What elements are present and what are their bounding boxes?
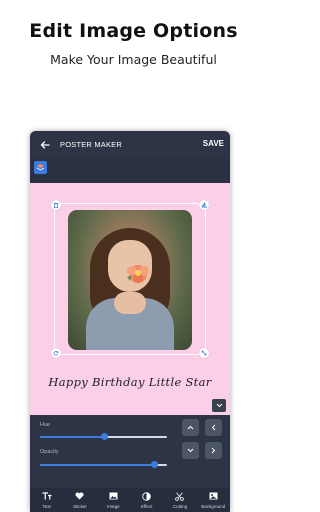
image-icon	[109, 492, 118, 500]
trash-icon	[53, 202, 59, 208]
promo-headline: Edit Image Options	[29, 20, 238, 42]
save-button[interactable]: SAVE	[203, 139, 224, 148]
back-button[interactable]	[35, 131, 55, 158]
opacity-thumb[interactable]	[151, 461, 159, 468]
caption-text[interactable]: Happy Birthday Little Star	[30, 375, 230, 389]
cut-icon	[175, 492, 185, 501]
layers-icon	[36, 164, 45, 171]
layers-button[interactable]	[34, 161, 47, 174]
delete-handle[interactable]	[51, 200, 61, 210]
hue-slider[interactable]	[40, 433, 167, 440]
hue-thumb[interactable]	[100, 433, 108, 440]
nav-sticker[interactable]: Sticker	[63, 488, 96, 512]
rotate-handle[interactable]	[51, 348, 61, 358]
back-arrow-icon	[40, 140, 50, 149]
adjust-panel: Hue Opacity	[30, 415, 230, 488]
heart-icon	[75, 492, 85, 500]
collapse-panel-button[interactable]	[212, 399, 226, 412]
nudge-right-button[interactable]	[205, 442, 222, 459]
nudge-down-button[interactable]	[182, 442, 199, 459]
resize-handle[interactable]	[199, 348, 209, 358]
opacity-fill	[40, 464, 155, 466]
chevron-right-icon	[211, 447, 216, 454]
flower-sticker[interactable]	[125, 263, 151, 285]
nav-cutting[interactable]: Cutting	[163, 488, 196, 512]
hue-fill	[40, 436, 104, 438]
nav-background[interactable]: Background	[197, 488, 230, 512]
editing-canvas[interactable]: Happy Birthday Little Star	[30, 183, 230, 415]
nav-label: Cutting	[172, 504, 188, 509]
opacity-label: Opacity	[40, 449, 59, 455]
phone-screen: POSTER MAKER SAVE Happy Birthday Little …	[30, 131, 230, 512]
nav-text[interactable]: Text	[30, 488, 63, 512]
chevron-left-icon	[211, 424, 216, 431]
flip-icon	[201, 202, 207, 208]
nudge-left-button[interactable]	[205, 419, 222, 436]
nav-label: Effect	[140, 504, 153, 509]
nav-label: Text	[42, 504, 51, 509]
nav-image[interactable]: Image	[97, 488, 130, 512]
nav-effect[interactable]: Effect	[130, 488, 163, 512]
layer-toolstrip	[30, 158, 230, 183]
nudge-up-button[interactable]	[182, 419, 199, 436]
resize-icon	[201, 350, 207, 356]
hue-label: Hue	[40, 422, 51, 428]
app-title: POSTER MAKER	[60, 140, 122, 149]
nav-label: Image	[107, 504, 120, 509]
nav-label: Background	[201, 504, 226, 509]
chevron-up-icon	[187, 425, 194, 430]
promo-subline: Make Your Image Beautiful	[50, 52, 217, 67]
flip-handle[interactable]	[199, 200, 209, 210]
chevron-down-icon	[187, 448, 194, 453]
text-icon	[42, 492, 52, 500]
nav-label: Sticker	[73, 504, 87, 509]
rotate-icon	[53, 350, 59, 356]
contrast-icon	[142, 491, 151, 501]
bottom-nav: Text Sticker Image Effect Cutting Backgr…	[30, 488, 230, 512]
background-icon	[209, 492, 218, 500]
opacity-slider[interactable]	[40, 461, 167, 468]
chevron-down-icon	[216, 403, 222, 408]
app-toolbar: POSTER MAKER SAVE	[30, 131, 230, 158]
